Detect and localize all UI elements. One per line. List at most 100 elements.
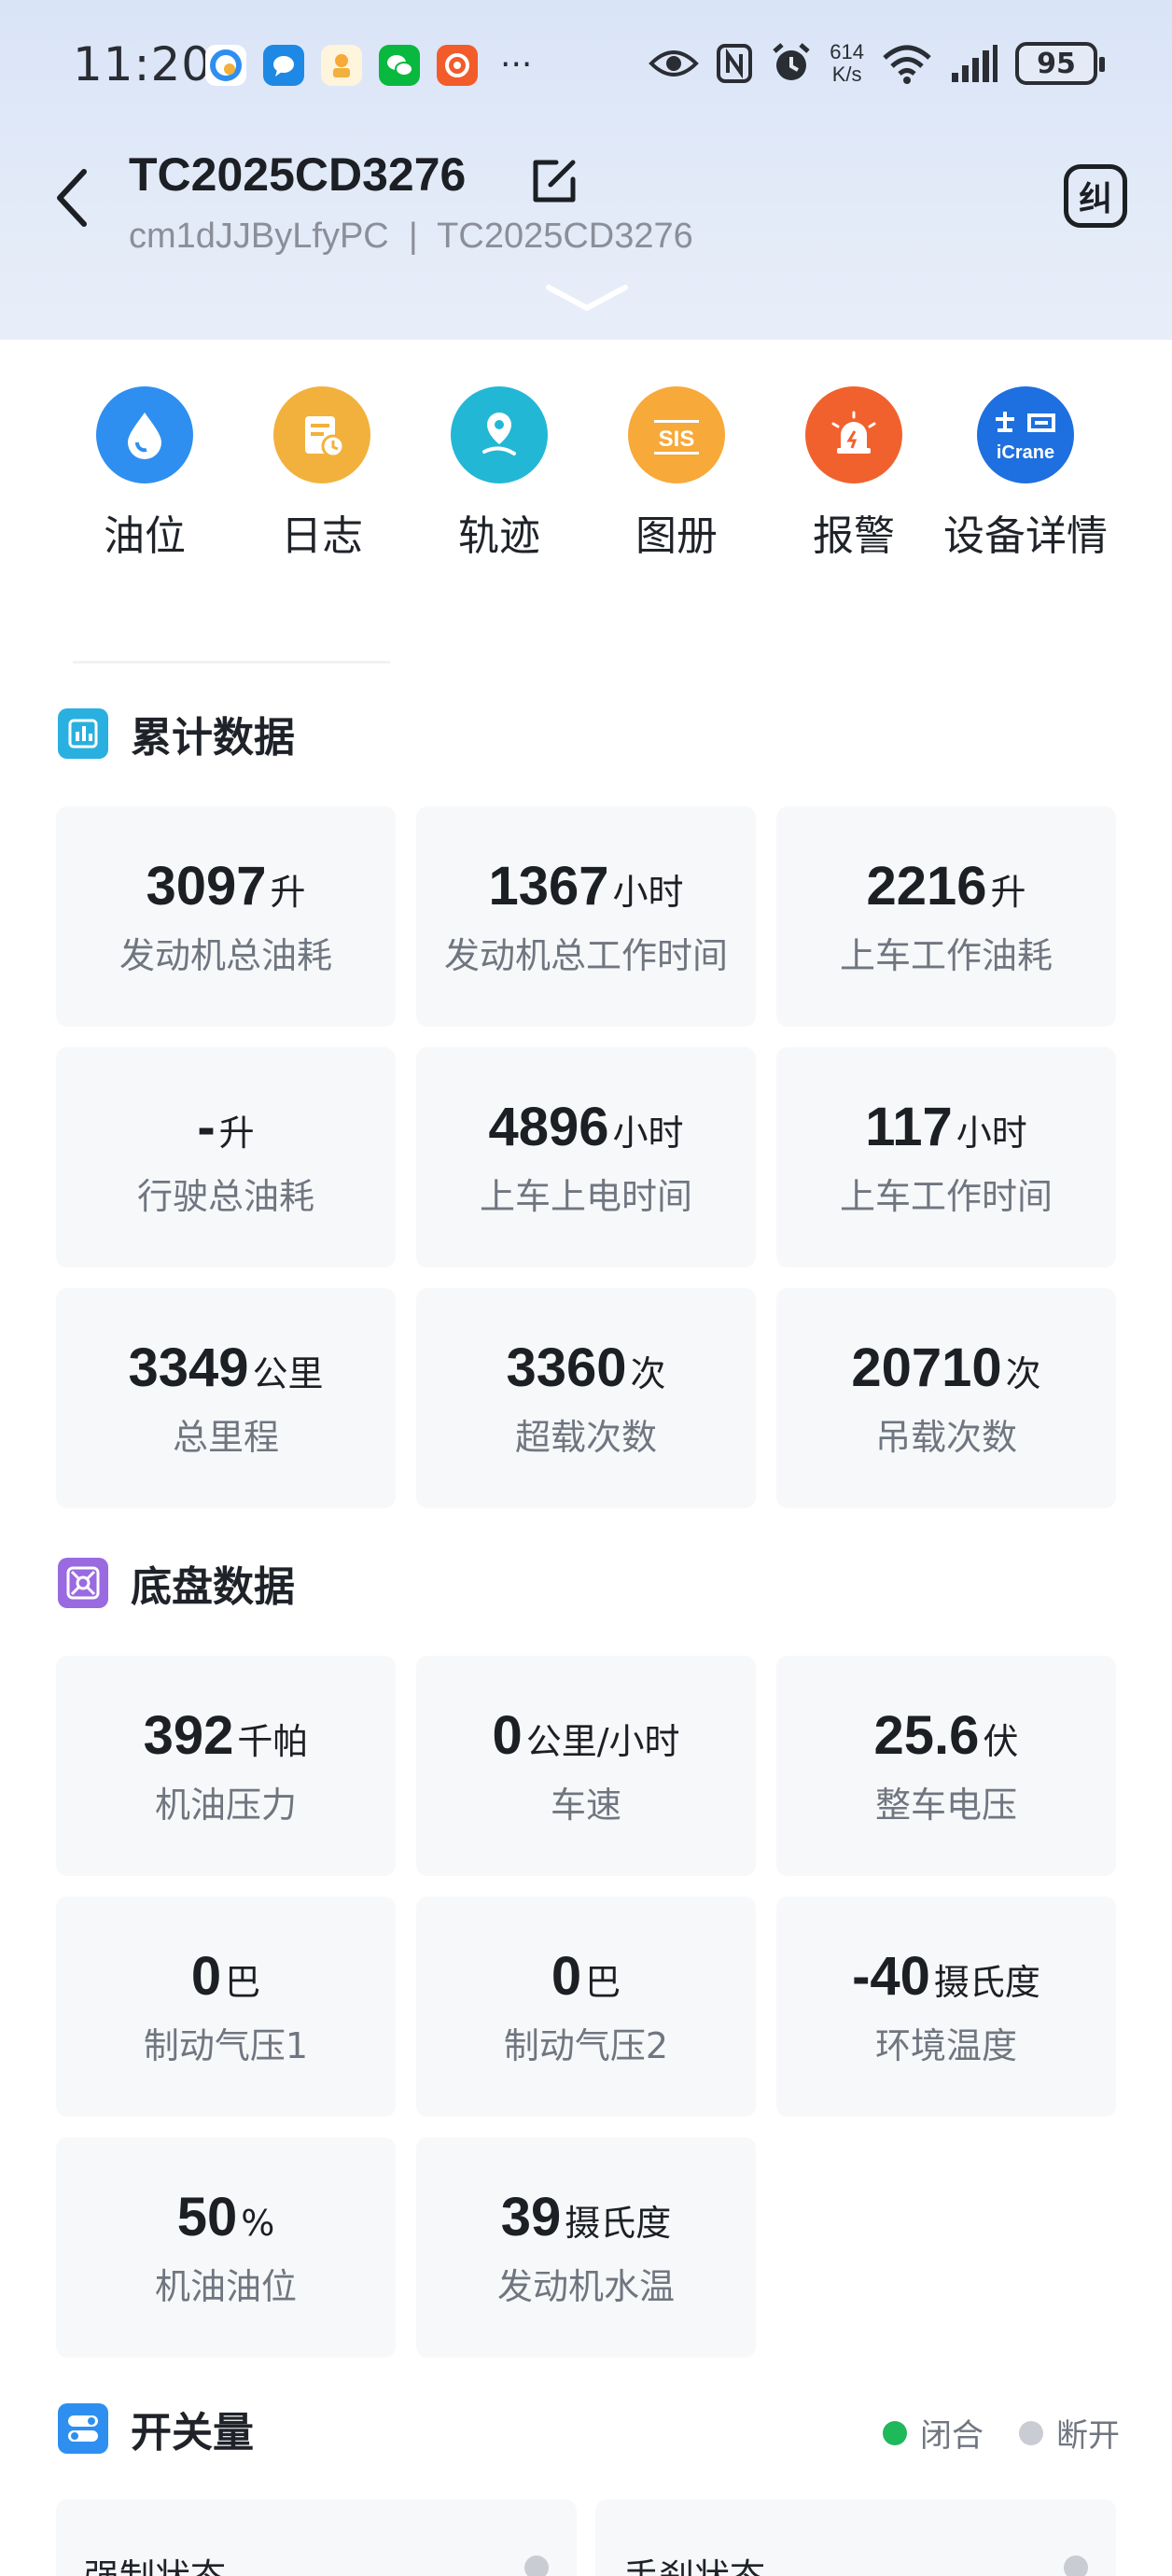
quicknav-label: 轨迹 xyxy=(458,512,540,560)
svg-text:iCrane: iCrane xyxy=(997,442,1054,463)
stat-card: -40 摄氏度 环境温度 xyxy=(776,1897,1116,2117)
stat-card: 1367 小时 发动机总工作时间 xyxy=(416,806,756,1027)
stat-value: 1367 xyxy=(488,856,609,917)
bar-chart-icon xyxy=(58,708,108,759)
stat-unit: 小时 xyxy=(612,1113,684,1154)
stat-value: 0 xyxy=(551,1946,582,2007)
switch-item: 强制状态 xyxy=(56,2499,577,2576)
icrane-icon: iCrane xyxy=(977,386,1074,483)
chassis-icon xyxy=(58,1558,108,1608)
quicknav-alarm[interactable]: 报警 xyxy=(765,386,942,592)
stat-card: 3097 升 发动机总油耗 xyxy=(56,806,396,1027)
quicknav-oil-level[interactable]: 油位 xyxy=(56,386,233,592)
oil-drop-icon xyxy=(96,386,193,483)
legend-label: 断开 xyxy=(1056,2417,1120,2455)
switch-item: 手刹状态 xyxy=(595,2499,1116,2576)
stat-unit: 摄氏度 xyxy=(933,1962,1040,2003)
switch-label: 手刹状态 xyxy=(623,2548,765,2576)
stat-card: 0 公里/小时 车速 xyxy=(416,1656,756,1876)
correction-button[interactable]: 纠 xyxy=(1064,164,1127,228)
stat-unit: 千帕 xyxy=(237,1721,309,1762)
stat-value: 0 xyxy=(492,1705,523,1766)
stat-label: 发动机水温 xyxy=(496,2266,675,2307)
stat-card: 25.6 伏 整车电压 xyxy=(776,1656,1116,1876)
stat-card: 39 摄氏度 发动机水温 xyxy=(416,2137,756,2358)
system-icons: 614 K/s 95 xyxy=(649,41,1105,86)
legend-closed: 闭合 xyxy=(883,2410,984,2456)
stat-card: 3360 次 超载次数 xyxy=(416,1288,756,1508)
stat-card: 20710 次 吊载次数 xyxy=(776,1288,1116,1508)
wifi-icon xyxy=(883,45,931,84)
divider xyxy=(73,661,390,664)
stat-card: 3349 公里 总里程 xyxy=(56,1288,396,1508)
stat-value: 3097 xyxy=(146,856,267,917)
stat-unit: 次 xyxy=(630,1353,666,1394)
svg-text:SIS: SIS xyxy=(659,427,695,452)
stat-label: 上车上电时间 xyxy=(479,1176,692,1217)
stat-value: 2216 xyxy=(866,856,987,917)
stat-value: - xyxy=(197,1097,216,1157)
alarm-icon xyxy=(805,386,902,483)
closed-dot-icon xyxy=(883,2420,907,2445)
notification-icons: ··· xyxy=(205,45,532,86)
eye-icon xyxy=(649,50,700,77)
stat-card: 117 小时 上车工作时间 xyxy=(776,1047,1116,1267)
stat-card: 0巴 制动气压1 xyxy=(56,1897,396,2117)
legend-open: 断开 xyxy=(1019,2410,1120,2456)
switch-state-dot-icon xyxy=(1064,2555,1088,2576)
stat-value: 3349 xyxy=(128,1337,249,1398)
stat-label: 车速 xyxy=(550,1785,621,1826)
stat-value: 25.6 xyxy=(873,1705,980,1766)
page-title: TC2025CD3276 xyxy=(129,148,467,201)
network-speed-value: 614 xyxy=(830,40,864,63)
quicknav-label: 日志 xyxy=(281,512,363,560)
quicknav-label: 图册 xyxy=(635,512,718,560)
stat-value: 20710 xyxy=(851,1337,1002,1398)
stat-unit: 小时 xyxy=(612,872,684,913)
quicknav-atlas[interactable]: SIS 图册 xyxy=(588,386,765,592)
stat-value: 50 xyxy=(176,2187,238,2247)
back-button[interactable] xyxy=(45,161,97,235)
stat-label: 机油油位 xyxy=(154,2266,297,2307)
stat-unit: 小时 xyxy=(956,1113,1027,1154)
stat-card: 50% 机油油位 xyxy=(56,2137,396,2358)
stat-card: 2216 升 上车工作油耗 xyxy=(776,806,1116,1027)
section-title: 开关量 xyxy=(131,2409,254,2457)
edit-icon xyxy=(533,160,576,203)
quicknav-log[interactable]: 日志 xyxy=(233,386,411,592)
quicknav-track[interactable]: 轨迹 xyxy=(411,386,588,592)
stat-value: 117 xyxy=(865,1097,953,1157)
stat-unit: 公里/小时 xyxy=(525,1721,680,1762)
switch-legend: 闭合 断开 xyxy=(857,2410,1120,2456)
quicknav-device-details[interactable]: iCrane 设备详情 xyxy=(937,386,1114,592)
stat-unit: % xyxy=(241,2203,275,2244)
stat-unit: 公里 xyxy=(252,1353,324,1394)
edit-title-button[interactable] xyxy=(528,155,580,207)
stat-label: 制动气压2 xyxy=(503,2025,669,2066)
stat-unit: 摄氏度 xyxy=(565,2203,672,2244)
stat-label: 机油压力 xyxy=(154,1785,297,1826)
legend-label: 闭合 xyxy=(920,2417,984,2455)
stat-label: 上车工作油耗 xyxy=(839,935,1053,976)
chevron-left-icon xyxy=(57,169,87,227)
stat-label: 上车工作时间 xyxy=(839,1176,1053,1217)
network-speed: 614 K/s xyxy=(830,41,864,86)
stat-label: 发动机总油耗 xyxy=(119,935,332,976)
stat-card: 0巴 制动气压2 xyxy=(416,1897,756,2117)
status-time: 11:20 xyxy=(73,37,213,91)
stat-value: 392 xyxy=(143,1705,234,1766)
section-header-cumulative: 累计数据 xyxy=(58,706,295,762)
shopping-notification-icon xyxy=(321,45,362,86)
wechat-notification-icon xyxy=(379,45,420,86)
sis-atlas-icon: SIS xyxy=(628,386,725,483)
section-header-chassis: 底盘数据 xyxy=(58,1555,295,1611)
expand-header-button[interactable] xyxy=(543,280,631,317)
nfc-icon xyxy=(717,44,753,83)
stat-unit: 伏 xyxy=(983,1721,1019,1762)
log-icon xyxy=(273,386,370,483)
alarm-clock-icon xyxy=(773,43,810,80)
switch-label: 强制状态 xyxy=(84,2548,226,2576)
quicknav-label: 设备详情 xyxy=(943,512,1108,560)
stat-label: 发动机总工作时间 xyxy=(443,935,728,976)
stat-label: 总里程 xyxy=(172,1417,279,1458)
